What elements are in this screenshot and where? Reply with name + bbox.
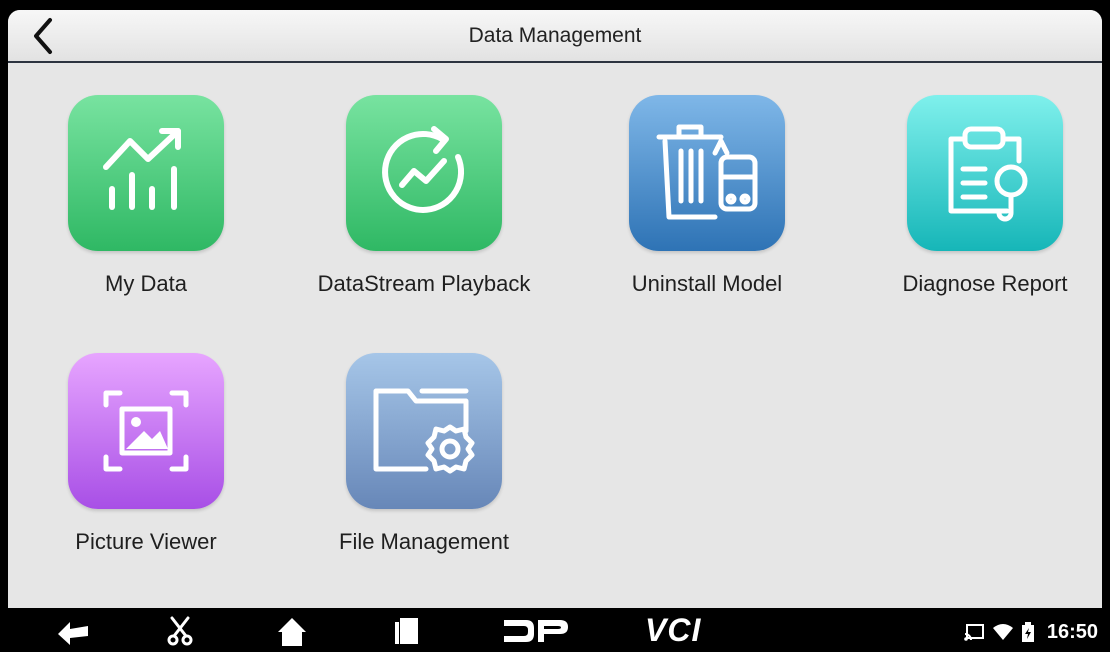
app-diagnose-report[interactable]: Diagnose Report (865, 95, 1102, 297)
app-file-management[interactable]: File Management (304, 353, 544, 555)
dp-logo-icon[interactable] (502, 616, 570, 646)
folder-gear-icon (373, 388, 475, 474)
status-bar: 16:50 (963, 619, 1098, 645)
app-grid: My Data DataStream Playback Uninstall Mo… (8, 63, 1102, 608)
app-label: DataStream Playback (317, 271, 531, 296)
uninstall-model-tile[interactable] (629, 95, 785, 251)
app-label: Picture Viewer (75, 529, 217, 554)
app-my-data[interactable]: My Data (26, 95, 266, 297)
app-datastream-playback[interactable]: DataStream Playback (304, 95, 544, 297)
vci-icon[interactable]: VCI (645, 612, 701, 648)
app-label: Uninstall Model (631, 271, 783, 296)
app-label: File Management (339, 529, 509, 554)
playback-trend-icon (382, 126, 465, 213)
battery-icon (1021, 622, 1034, 642)
image-frame-icon (103, 390, 189, 472)
picture-viewer-tile[interactable] (68, 353, 224, 509)
system-navigation-bar: VCI 16:50 (0, 608, 1110, 652)
clipboard-search-icon (948, 126, 1028, 222)
back-arrow-icon[interactable] (54, 616, 94, 646)
bar-chart-trend-icon (103, 128, 181, 210)
scissors-icon[interactable] (166, 616, 194, 646)
dp-logo-shape (504, 620, 568, 642)
app-label: Diagnose Report (902, 271, 1068, 296)
trash-car-icon (656, 124, 758, 220)
recent-apps-icon[interactable] (392, 616, 422, 646)
clock: 16:50 (1046, 620, 1098, 643)
diagnose-report-tile[interactable] (907, 95, 1063, 251)
cast-icon (964, 624, 984, 641)
app-uninstall-model[interactable]: Uninstall Model (587, 95, 827, 297)
app-window: Data Management My Data DataStream Playb… (8, 10, 1102, 608)
datastream-playback-tile[interactable] (346, 95, 502, 251)
title-bar: Data Management (8, 10, 1102, 63)
page-title: Data Management (468, 24, 642, 47)
app-label: My Data (105, 271, 187, 296)
file-management-tile[interactable] (346, 353, 502, 509)
wifi-icon (992, 624, 1013, 640)
my-data-tile[interactable] (68, 95, 224, 251)
home-icon[interactable] (276, 616, 308, 646)
app-picture-viewer[interactable]: Picture Viewer (26, 353, 266, 555)
